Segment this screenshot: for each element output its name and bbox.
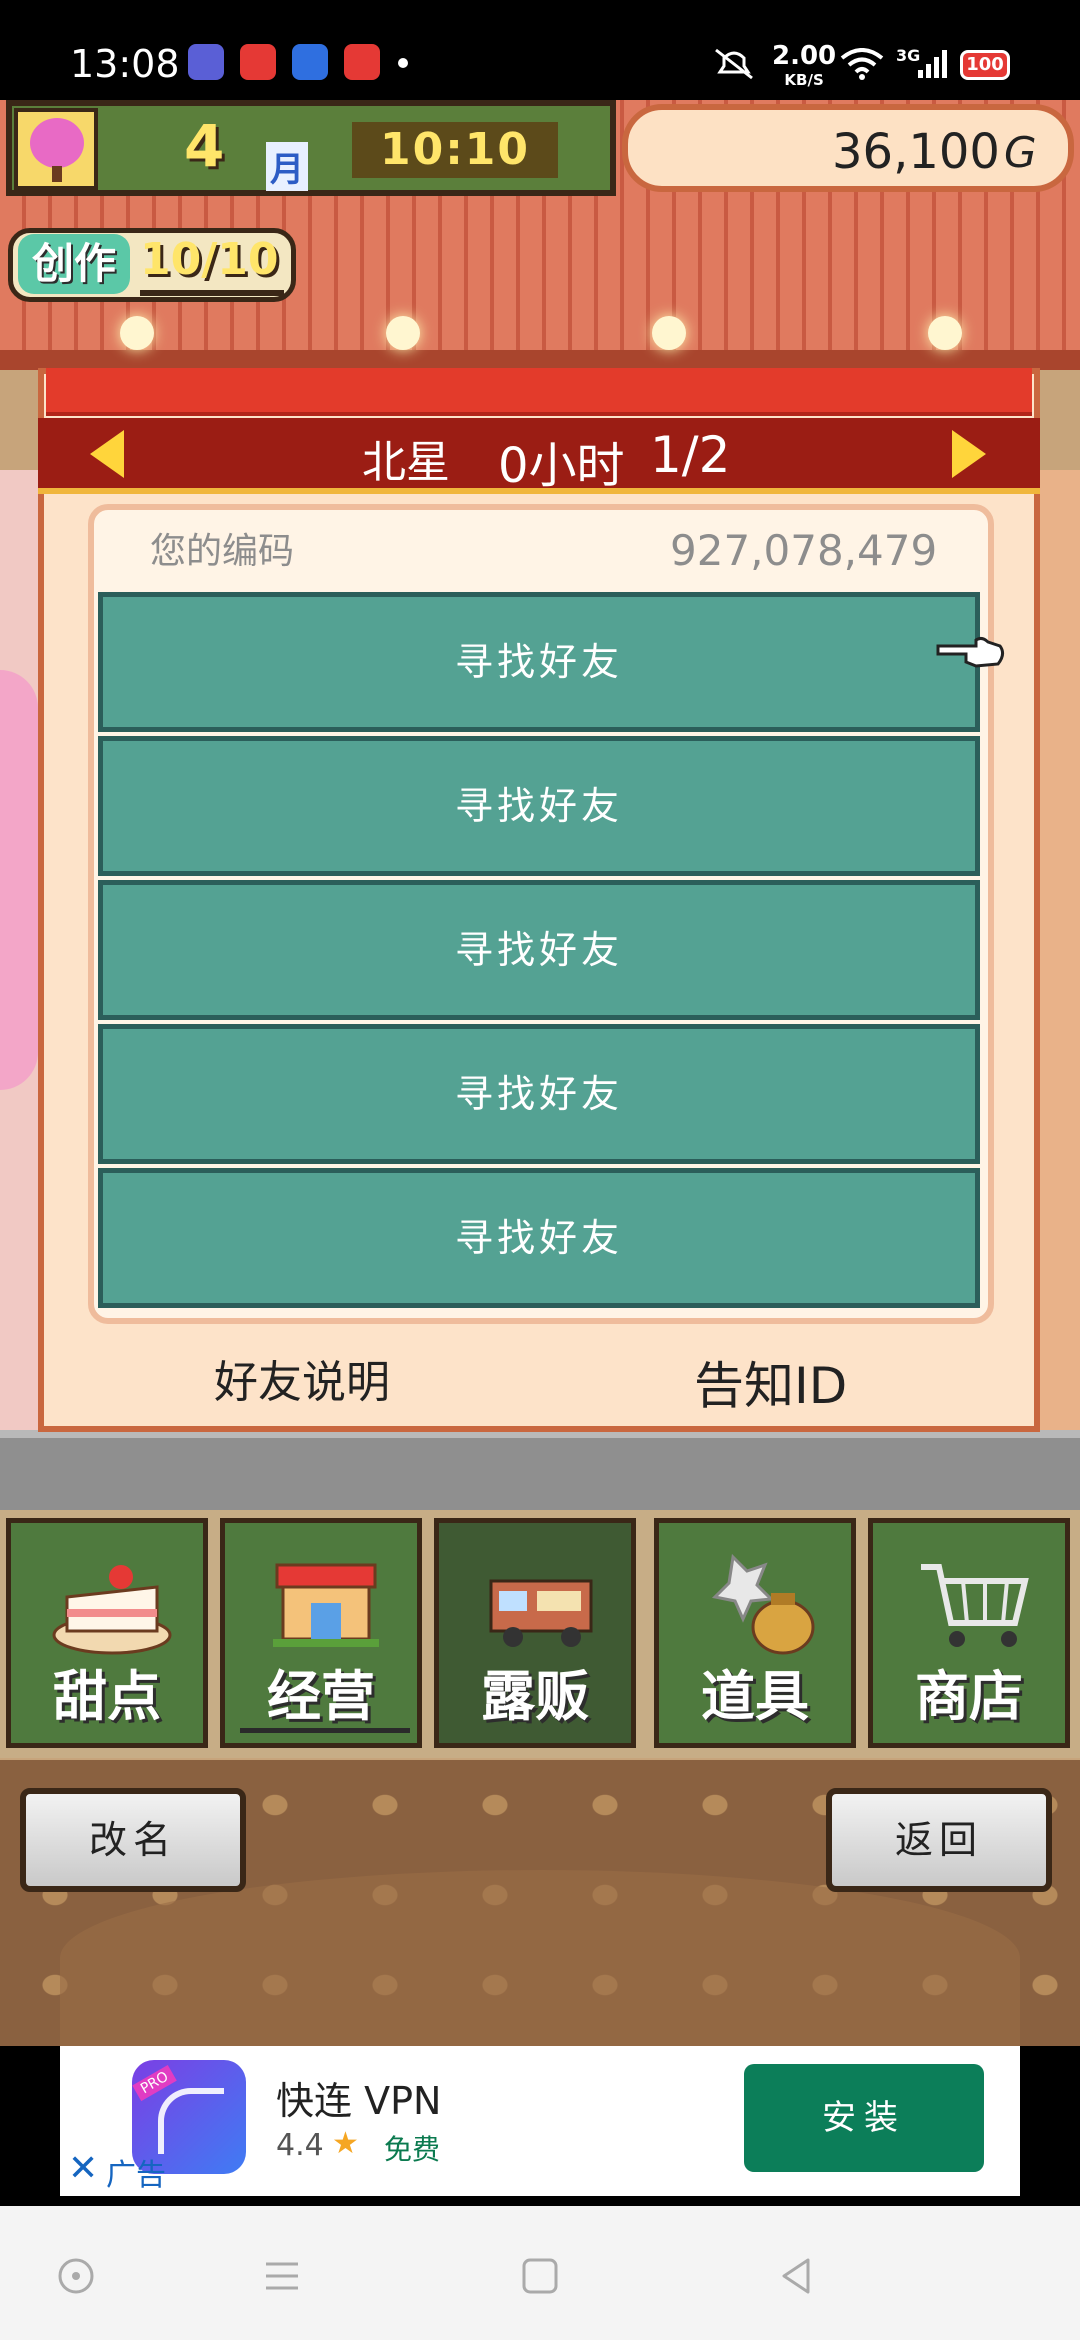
- tab-stall[interactable]: 露贩: [434, 1518, 636, 1748]
- status-time: 13:08: [70, 42, 180, 86]
- truck-icon: [489, 1579, 593, 1647]
- tab-label: 商店: [915, 1665, 1023, 1728]
- cherry-tree-icon: [0, 670, 38, 1090]
- ad-app-name: 快连 VPN: [276, 2079, 442, 2123]
- lamp-icon: [120, 316, 154, 350]
- app-icon-4: [344, 44, 380, 80]
- prev-page-arrow-icon[interactable]: [90, 430, 124, 478]
- tab-shop[interactable]: 商店: [868, 1518, 1070, 1748]
- find-friend-button[interactable]: 寻找好友: [98, 880, 980, 1020]
- action-area-decoration: [60, 1870, 1020, 2046]
- dialog-title: 北星: [362, 437, 450, 488]
- tab-items[interactable]: 道具: [654, 1518, 856, 1748]
- app-icon-3: [292, 44, 328, 80]
- item-bag-icon: [711, 1553, 815, 1655]
- create-progress-bar: [140, 290, 284, 296]
- create-label: 创作: [18, 234, 130, 294]
- menu-icon[interactable]: [262, 2256, 302, 2296]
- install-button[interactable]: 安装: [744, 2064, 984, 2172]
- season-tree-icon[interactable]: [14, 108, 98, 190]
- notification-dot-icon: [398, 58, 408, 68]
- awning-edge: [0, 350, 1080, 370]
- wifi-icon: [840, 48, 884, 80]
- next-page-arrow-icon[interactable]: [952, 430, 986, 478]
- network-speed: 2.00 KB/S: [772, 41, 837, 89]
- tab-dessert[interactable]: 甜点: [6, 1518, 208, 1748]
- find-friend-button[interactable]: 寻找好友: [98, 1024, 980, 1164]
- tab-underline: [240, 1728, 410, 1733]
- app-icon-2: [240, 44, 276, 80]
- tab-business[interactable]: 经营: [220, 1518, 422, 1748]
- back-button[interactable]: 返回: [826, 1788, 1052, 1892]
- lamp-icon: [652, 316, 686, 350]
- tab-label: 甜点: [53, 1665, 161, 1728]
- status-bar: 13:08 2.00 KB/S 3G 100: [0, 0, 1080, 100]
- your-code-label: 您的编码: [150, 531, 295, 572]
- home-icon[interactable]: [520, 2256, 560, 2296]
- ad-close-icon[interactable]: ✕: [68, 2148, 98, 2189]
- shop-icon: [273, 1563, 379, 1647]
- find-friend-button[interactable]: 寻找好友: [98, 736, 980, 876]
- money-value: 36,100: [832, 124, 1000, 180]
- create-count: 10/10: [140, 234, 279, 285]
- shop-wall-right: [1040, 470, 1080, 1520]
- game-clock: 10:10: [352, 122, 558, 178]
- month-number: 4: [184, 112, 225, 180]
- rename-button[interactable]: 改名: [20, 1788, 246, 1892]
- mute-icon: [715, 48, 753, 80]
- ad-price: 免费: [384, 2133, 441, 2166]
- cart-icon: [921, 1564, 1029, 1647]
- star-icon: ★: [332, 2126, 359, 2161]
- notify-id-link[interactable]: 告知ID: [694, 1346, 847, 1418]
- assistant-icon[interactable]: [56, 2256, 96, 2296]
- signal-icon: [918, 50, 947, 78]
- ad-rating: 4.4: [276, 2128, 324, 2163]
- month-label: 月: [266, 142, 308, 191]
- app-icon-1: [188, 44, 224, 80]
- find-friend-button[interactable]: 寻找好友: [98, 1168, 980, 1308]
- tab-label: 经营: [267, 1665, 375, 1728]
- pointing-hand-icon: [936, 636, 1005, 668]
- battery-icon: 100: [960, 50, 1010, 80]
- lamp-icon: [386, 316, 420, 350]
- currency-unit: G: [1004, 128, 1037, 177]
- dialog-top-strip: [46, 368, 1032, 416]
- cake-icon: [52, 1565, 172, 1655]
- back-nav-icon[interactable]: [776, 2256, 816, 2296]
- dialog-page-indicator: 1/2: [650, 426, 731, 484]
- tab-label: 露贩: [481, 1665, 589, 1728]
- ad-tag: 广告: [106, 2158, 166, 2193]
- tab-label: 道具: [701, 1665, 809, 1728]
- your-code-value: 927,078,479: [670, 526, 938, 575]
- friend-explain-link[interactable]: 好友说明: [214, 1346, 390, 1410]
- lamp-icon: [928, 316, 962, 350]
- find-friend-button[interactable]: 寻找好友: [98, 592, 980, 732]
- dialog-hours: 0小时: [498, 438, 625, 494]
